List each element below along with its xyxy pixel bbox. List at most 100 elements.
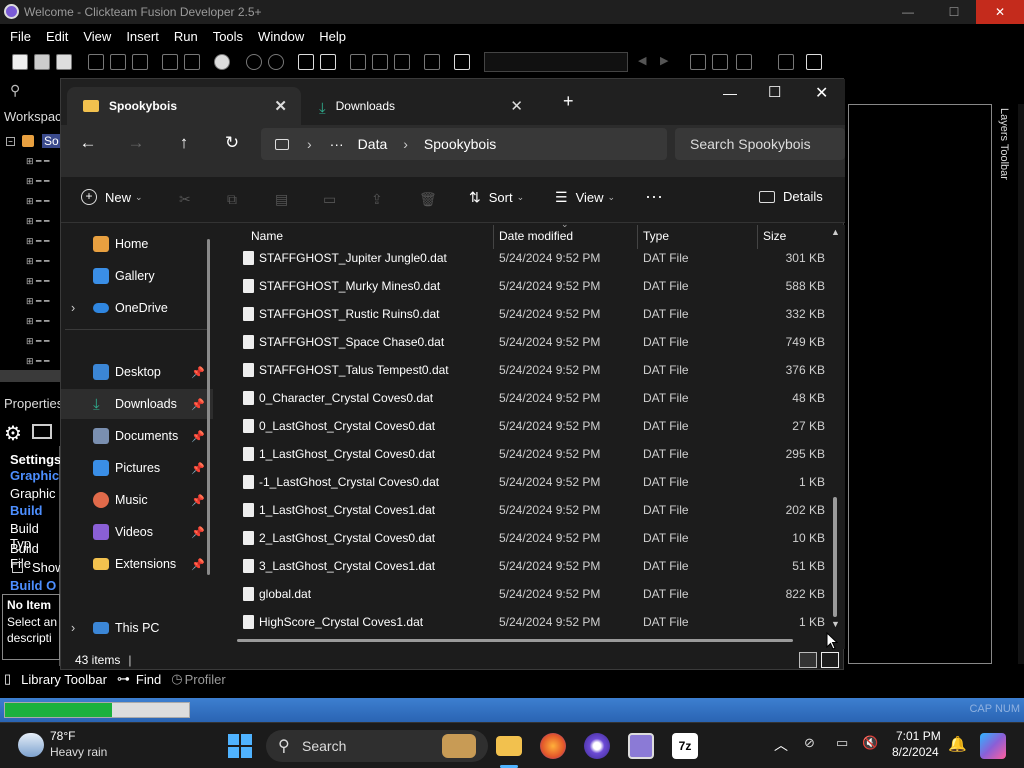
scroll-up-icon[interactable]: ▲ <box>831 227 840 237</box>
volume-muted-icon[interactable]: 🔇 <box>862 735 878 751</box>
copy-icon[interactable] <box>110 54 126 70</box>
pin-icon[interactable]: 📌 <box>191 526 205 539</box>
close-tab-icon[interactable]: ✕ <box>510 97 523 115</box>
nav-documents[interactable]: Documents 📌 <box>61 421 213 451</box>
weather-desc[interactable]: Heavy rain <box>50 745 107 759</box>
file-row[interactable]: STAFFGHOST_Murky Mines0.dat 5/24/2024 9:5… <box>237 272 833 300</box>
tree-node[interactable]: ⊞ ━ ━ <box>26 276 56 286</box>
clickteam-fusion-icon[interactable] <box>584 733 610 759</box>
nav-home[interactable]: Home <box>61 229 213 259</box>
minimize-button[interactable]: — <box>723 85 737 101</box>
app-icon[interactable] <box>628 733 654 759</box>
search-input[interactable]: Search Spookybois <box>675 128 845 160</box>
new-tab-button[interactable]: + <box>563 91 574 112</box>
file-row[interactable]: 0_LastGhost_Crystal Coves0.dat 5/24/2024 … <box>237 412 833 440</box>
save-icon[interactable] <box>56 54 72 70</box>
forward-icon[interactable] <box>268 54 284 70</box>
new-button[interactable]: + New ⌄ <box>81 189 143 205</box>
tree-node[interactable]: ⊞ ━ ━ <box>26 296 56 306</box>
pin-icon[interactable]: 📌 <box>191 398 205 411</box>
clock-time[interactable]: 7:01 PM <box>896 729 941 743</box>
menu-insert[interactable]: Insert <box>126 29 159 44</box>
nav-gallery[interactable]: Gallery <box>61 261 213 291</box>
tree-node[interactable]: ⊞ ━ ━ <box>26 336 56 346</box>
tree-root[interactable]: − So <box>6 134 61 150</box>
nav-music[interactable]: Music 📌 <box>61 485 213 515</box>
breadcrumb-spookybois[interactable]: Spookybois <box>424 136 496 152</box>
nav-extensions[interactable]: Extensions 📌 <box>61 549 213 579</box>
tree-node[interactable]: ⊞ ━ ━ <box>26 156 56 166</box>
details-view-icon[interactable] <box>799 652 817 668</box>
select-icon[interactable] <box>736 54 752 70</box>
paste-icon[interactable]: ▤ <box>275 191 291 207</box>
7zip-icon[interactable]: 7z <box>672 733 698 759</box>
menu-view[interactable]: View <box>83 29 111 44</box>
nav-this-pc[interactable]: › This PC <box>61 613 213 643</box>
grid-view-icon[interactable] <box>320 54 336 70</box>
layout-icon[interactable] <box>350 54 366 70</box>
tree-node[interactable]: ⊞ ━ ━ <box>26 176 56 186</box>
redo-icon[interactable] <box>184 54 200 70</box>
nav-pictures[interactable]: Pictures 📌 <box>61 453 213 483</box>
next-icon[interactable]: ▶ <box>660 54 668 67</box>
see-more-button[interactable]: ··· <box>645 186 663 207</box>
nav-onedrive[interactable]: › OneDrive <box>61 293 213 323</box>
file-list-vertical-scrollbar[interactable] <box>833 497 837 617</box>
taskbar-search-box[interactable]: ⚲ Search <box>266 730 488 762</box>
prev-icon[interactable]: ◀ <box>638 54 646 67</box>
pin-icon[interactable]: 📌 <box>191 366 205 379</box>
prop-build-heading[interactable]: Build <box>10 503 43 518</box>
tree-node[interactable]: ⊞ ━ ━ <box>26 236 56 246</box>
sort-button[interactable]: ⇅ Sort ⌄ <box>469 189 524 206</box>
file-row[interactable]: 1_LastGhost_Crystal Coves1.dat 5/24/2024 … <box>237 496 833 524</box>
export-icon[interactable] <box>806 54 822 70</box>
forward-arrow-icon[interactable]: → <box>121 128 151 158</box>
breadcrumb-more[interactable]: ··· <box>330 136 344 152</box>
scroll-down-icon[interactable]: ▼ <box>831 619 840 629</box>
back-icon[interactable] <box>246 54 262 70</box>
prop-graphic-heading[interactable]: Graphic <box>10 468 59 483</box>
rename-icon[interactable]: ▭ <box>323 191 339 207</box>
pin-icon[interactable]: 📌 <box>191 430 205 443</box>
new-file-icon[interactable] <box>12 54 28 70</box>
windows-start-icon[interactable] <box>228 734 252 758</box>
nav-downloads[interactable]: ⤓ Downloads 📌 <box>61 389 213 419</box>
tab-find[interactable]: Find <box>136 672 161 687</box>
file-row[interactable]: STAFFGHOST_Talus Tempest0.dat 5/24/2024 9… <box>237 356 833 384</box>
tree-node[interactable]: ⊞ ━ ━ <box>26 196 56 206</box>
file-row[interactable]: -1_LastGhost_Crystal Coves0.dat 5/24/2024… <box>237 468 833 496</box>
file-row[interactable]: 2_LastGhost_Crystal Coves0.dat 5/24/2024 … <box>237 524 833 552</box>
tab-library-toolbar[interactable]: Library Toolbar <box>21 672 107 687</box>
menu-help[interactable]: Help <box>319 29 346 44</box>
frame-editor-area[interactable] <box>848 104 992 664</box>
delete-icon[interactable]: 🗑 <box>419 191 437 207</box>
help-icon[interactable] <box>214 54 230 70</box>
pin-icon[interactable]: 📌 <box>191 462 205 475</box>
share-icon[interactable]: ⇪ <box>371 191 387 207</box>
back-arrow-icon[interactable]: ← <box>73 128 103 158</box>
tiles-view-icon[interactable] <box>821 652 839 668</box>
search-icon[interactable]: ⚲ <box>10 82 20 99</box>
nav-desktop[interactable]: Desktop 📌 <box>61 357 213 387</box>
tree-node[interactable]: ⊞ ━ ━ <box>26 316 56 326</box>
up-arrow-icon[interactable]: ↑ <box>169 128 199 158</box>
undo-icon[interactable] <box>162 54 178 70</box>
layout-grid-icon[interactable] <box>372 54 388 70</box>
tree-node[interactable]: ⊞ ━ ━ <box>26 256 56 266</box>
file-list-horizontal-scrollbar[interactable] <box>237 639 793 642</box>
menu-window[interactable]: Window <box>258 29 304 44</box>
file-row[interactable]: 1_LastGhost_Crystal Coves0.dat 5/24/2024 … <box>237 440 833 468</box>
details-pane-button[interactable]: Details <box>759 189 823 204</box>
file-row[interactable]: 0_Character_Crystal Coves0.dat 5/24/2024 … <box>237 384 833 412</box>
fusion-close-button[interactable]: ✕ <box>976 0 1024 24</box>
tree-node[interactable]: ⊞ ━ ━ <box>26 356 56 366</box>
nav-scrollbar[interactable] <box>207 239 210 575</box>
notification-bell-icon[interactable]: 🔔 <box>948 735 967 753</box>
breadcrumb-data[interactable]: Data <box>358 136 388 152</box>
firefox-icon[interactable] <box>540 733 566 759</box>
network-off-icon[interactable]: ⊘ <box>804 735 815 751</box>
fusion-maximize-button[interactable]: ☐ <box>932 0 976 24</box>
breadcrumb[interactable]: › ··· Data › Spookybois <box>261 128 667 160</box>
refresh-icon[interactable]: ↻ <box>217 128 247 158</box>
cut-icon[interactable] <box>88 54 104 70</box>
